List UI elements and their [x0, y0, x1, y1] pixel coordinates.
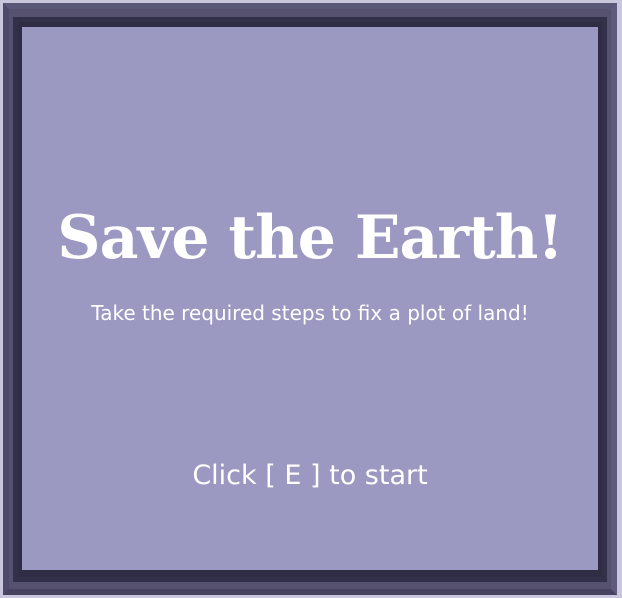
- start-prompt: Click [ E ] to start: [192, 460, 428, 491]
- title-screen-panel: Save the Earth! Take the required steps …: [22, 27, 598, 570]
- game-window: Save the Earth! Take the required steps …: [0, 0, 622, 598]
- game-title: Save the Earth!: [57, 203, 563, 273]
- game-subtitle: Take the required steps to fix a plot of…: [91, 301, 529, 325]
